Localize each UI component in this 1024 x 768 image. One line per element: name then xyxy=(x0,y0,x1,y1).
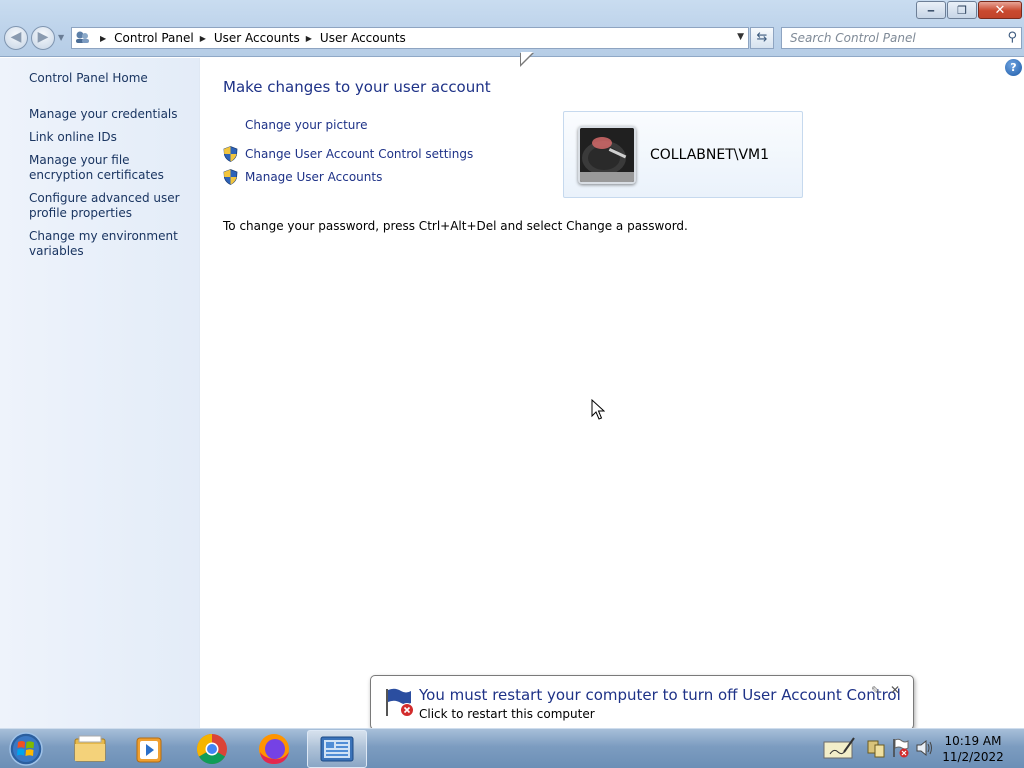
clock-time: 10:19 AM xyxy=(944,734,1002,748)
uac-shield-icon xyxy=(223,146,238,162)
firefox-icon[interactable] xyxy=(244,730,304,768)
address-bar[interactable]: ▶ Control Panel ▶ User Accounts ▶ User A… xyxy=(71,27,749,49)
recent-pages-dropdown[interactable]: ▼ xyxy=(58,33,64,42)
link-control-panel-home[interactable]: Control Panel Home xyxy=(29,71,194,86)
search-input[interactable]: Search Control Panel ⚲ xyxy=(781,27,1022,49)
link-environment-variables[interactable]: Change my environment variables xyxy=(29,229,194,259)
title-bar: ‒ ❐ ✕ ◀ ▶ ▼ ▶ Control Panel ▶ User Accou… xyxy=(0,0,1024,57)
password-note: To change your password, press Ctrl+Alt+… xyxy=(223,219,688,233)
close-icon: ✕ xyxy=(994,2,1006,18)
close-button[interactable]: ✕ xyxy=(978,1,1022,19)
notification-balloon[interactable]: You must restart your computer to turn o… xyxy=(370,675,914,730)
link-file-encryption-certificates[interactable]: Manage your file encryption certificates xyxy=(29,153,194,183)
clock-date: 11/2/2022 xyxy=(942,750,1004,764)
address-dropdown-icon[interactable]: ▼ xyxy=(737,32,744,42)
minimize-icon: ‒ xyxy=(927,3,935,17)
balloon-subtitle[interactable]: Click to restart this computer xyxy=(419,707,595,721)
help-icon[interactable]: ? xyxy=(1005,59,1022,76)
back-button[interactable]: ◀ xyxy=(4,26,28,50)
balloon-close-icon[interactable]: ✕ xyxy=(890,683,900,697)
breadcrumb-separator-icon[interactable]: ▶ xyxy=(306,34,312,43)
refresh-icon: ⇆ xyxy=(756,30,768,45)
left-nav-pane: Control Panel Home Manage your credentia… xyxy=(0,58,200,728)
link-manage-credentials[interactable]: Manage your credentials xyxy=(29,107,194,122)
user-name: COLLABNET\VM1 xyxy=(650,147,770,163)
link-advanced-profile-properties[interactable]: Configure advanced user profile properti… xyxy=(29,191,194,221)
search-placeholder: Search Control Panel xyxy=(790,31,916,45)
breadcrumb-control-panel[interactable]: Control Panel xyxy=(114,31,194,45)
control-panel-icon xyxy=(72,30,94,47)
avatar xyxy=(578,126,636,184)
window-controls: ‒ ❐ ✕ xyxy=(915,1,1022,19)
file-explorer-icon[interactable] xyxy=(60,730,120,768)
control-panel-icon xyxy=(320,736,354,762)
back-arrow-icon: ◀ xyxy=(10,29,22,45)
link-change-picture[interactable]: Change your picture xyxy=(245,118,367,132)
link-change-uac-settings[interactable]: Change User Account Control settings xyxy=(245,147,473,161)
link-online-ids[interactable]: Link online IDs xyxy=(29,130,194,145)
pin-icon[interactable]: ✎ xyxy=(871,684,880,697)
restore-button[interactable]: ❐ xyxy=(947,1,977,19)
balloon-tail-inner xyxy=(521,52,533,64)
refresh-button[interactable]: ⇆ xyxy=(750,27,774,49)
user-account-tile: COLLABNET\VM1 xyxy=(563,111,803,198)
chrome-icon[interactable] xyxy=(182,730,242,768)
network-icon[interactable] xyxy=(866,737,886,759)
pen-tablet-icon[interactable] xyxy=(822,734,856,762)
balloon-title[interactable]: You must restart your computer to turn o… xyxy=(419,686,901,704)
taskbar: 10:19 AM 11/2/2022 xyxy=(0,728,1024,768)
forward-arrow-icon: ▶ xyxy=(37,29,49,45)
forward-button[interactable]: ▶ xyxy=(31,26,55,50)
action-center-flag-icon xyxy=(386,688,414,717)
control-panel-taskbar-button[interactable] xyxy=(307,730,367,768)
uac-shield-icon xyxy=(223,169,238,185)
media-player-icon[interactable] xyxy=(120,730,180,768)
page-title: Make changes to your user account xyxy=(223,78,491,96)
breadcrumb-user-accounts-current[interactable]: User Accounts xyxy=(320,31,406,45)
breadcrumb-separator-icon[interactable]: ▶ xyxy=(200,34,206,43)
breadcrumb-separator-icon[interactable]: ▶ xyxy=(100,34,106,43)
link-manage-user-accounts[interactable]: Manage User Accounts xyxy=(245,170,382,184)
volume-icon[interactable] xyxy=(914,737,934,759)
minimize-button[interactable]: ‒ xyxy=(916,1,946,19)
action-center-icon[interactable] xyxy=(890,737,910,759)
search-icon[interactable]: ⚲ xyxy=(1007,28,1017,48)
system-clock[interactable]: 10:19 AM 11/2/2022 xyxy=(940,733,1006,765)
mouse-cursor-icon xyxy=(591,399,605,420)
restore-icon: ❐ xyxy=(957,3,967,17)
breadcrumb-user-accounts[interactable]: User Accounts xyxy=(214,31,300,45)
start-button[interactable] xyxy=(4,731,48,767)
